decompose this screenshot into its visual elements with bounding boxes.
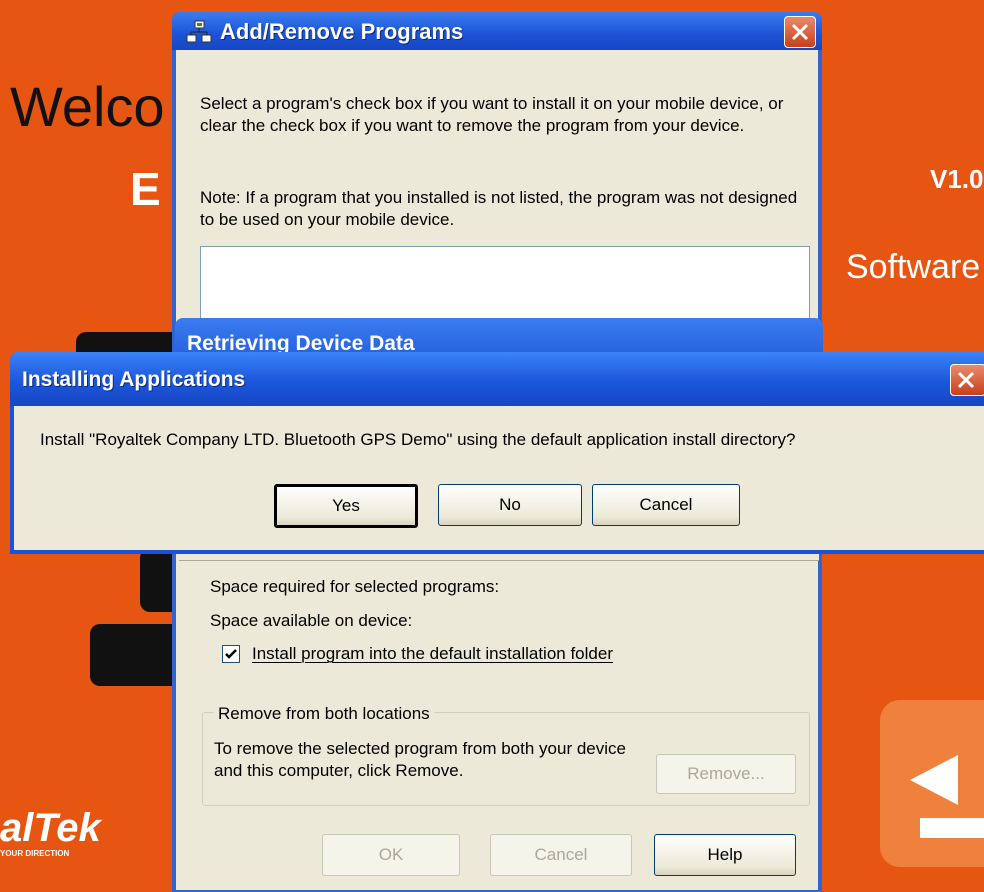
installing-close-button[interactable] <box>950 364 984 396</box>
installing-title: Installing Applications <box>22 368 246 391</box>
add-remove-title: Add/Remove Programs <box>220 19 464 44</box>
instruction-text: Select a program's check box if you want… <box>200 94 784 135</box>
software-text: Software <box>846 248 981 286</box>
e-text: E <box>130 163 161 215</box>
installing-dialog: Installing Applications Install "Royalte… <box>10 352 984 554</box>
yes-button[interactable]: Yes <box>274 484 418 528</box>
add-remove-cancel-button[interactable]: Cancel <box>490 834 632 876</box>
programs-icon <box>186 20 212 43</box>
installing-titlebar[interactable]: Installing Applications <box>10 352 984 406</box>
installing-body: Install "Royaltek Company LTD. Bluetooth… <box>14 406 984 550</box>
arrow-left-icon <box>910 755 984 838</box>
installing-message: Install "Royaltek Company LTD. Bluetooth… <box>40 430 796 449</box>
orange-arrow-panel <box>880 700 984 867</box>
close-icon <box>791 23 809 41</box>
ok-button[interactable]: OK <box>322 834 460 876</box>
no-button[interactable]: No <box>438 484 582 526</box>
brand-text: alTek <box>0 806 101 850</box>
install-default-label[interactable]: Install program into the default install… <box>252 643 812 665</box>
version-text: V1.0 <box>930 164 984 194</box>
add-remove-titlebar[interactable]: Add/Remove Programs <box>172 12 822 50</box>
remove-button[interactable]: Remove... <box>656 754 796 794</box>
help-button[interactable]: Help <box>654 834 796 876</box>
install-default-checkbox[interactable] <box>222 645 240 663</box>
close-icon <box>957 371 975 389</box>
checkmark-icon <box>225 649 237 659</box>
installing-cancel-button[interactable]: Cancel <box>592 484 740 526</box>
remove-group-text: To remove the selected program from both… <box>214 739 626 780</box>
space-available-text: Space available on device: <box>210 611 413 630</box>
welcome-text: Welco <box>10 75 165 138</box>
add-remove-close-button[interactable] <box>784 16 816 48</box>
note-text: Note: If a program that you installed is… <box>200 188 798 229</box>
remove-group-label: Remove from both locations <box>214 704 434 724</box>
brand-tagline: YOUR DIRECTION <box>0 849 70 858</box>
space-required-text: Space required for selected programs: <box>210 577 500 596</box>
